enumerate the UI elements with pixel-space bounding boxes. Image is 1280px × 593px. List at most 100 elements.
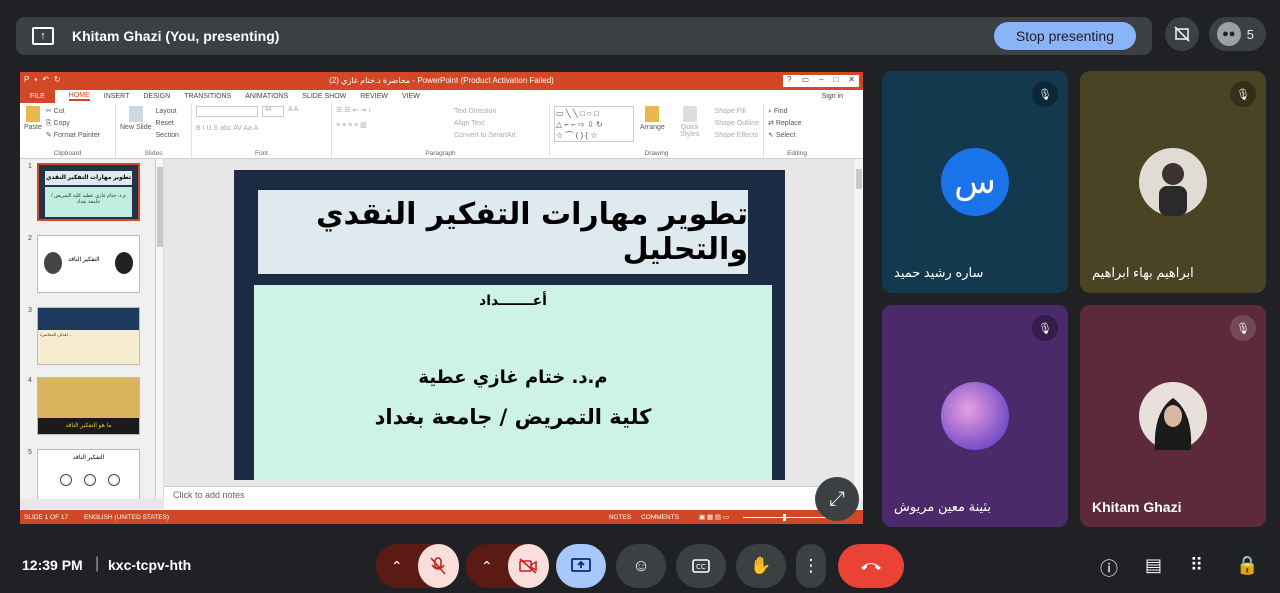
camera-off-icon[interactable] [507, 544, 549, 588]
font-format-buttons[interactable]: B I U S abc AV Aa A [196, 123, 327, 135]
tab-home[interactable]: HOME [68, 92, 90, 101]
avatar [1139, 148, 1207, 216]
font-group: 44 A A B I U S abc AV Aa A Font [192, 103, 332, 158]
chat-icon[interactable]: ▤ [1145, 555, 1162, 576]
sign-in-link[interactable]: Sign in [822, 93, 843, 100]
participant-name: Khitam Ghazi [1092, 499, 1182, 515]
help-icon[interactable]: ? [787, 75, 791, 87]
slide-thumbnail-5[interactable]: التفكير الناقد [37, 449, 140, 499]
shape-outline-button[interactable]: Shape Outline [715, 118, 759, 130]
avatar [1139, 382, 1207, 450]
host-controls-icon[interactable]: 🔒 [1236, 555, 1258, 576]
ribbon: Paste ✂ Cut ⎘ Copy ✎ Format Painter Clip… [20, 103, 863, 159]
slide-body: أعـــــــداد م.د. ختام غازي عطية كلية ال… [254, 285, 772, 480]
slides-group: New Slide Layout Reset Section Slides [116, 103, 192, 158]
slide-scrollbar[interactable] [853, 159, 863, 499]
cut-button[interactable]: ✂ Cut [46, 106, 100, 118]
comments-toggle[interactable]: COMMENTS [641, 514, 679, 521]
find-button[interactable]: ⌕ Find [768, 106, 826, 118]
expand-icon[interactable]: ⤢ [815, 477, 859, 521]
tab-transitions[interactable]: TRANSITIONS [184, 93, 231, 100]
replace-button[interactable]: ⇄ Replace [768, 118, 826, 130]
slide-title: تطوير مهارات التفكير النقدي والتحليل [258, 190, 748, 274]
slides-group-label: Slides [144, 150, 163, 157]
raise-hand-icon[interactable]: ✋ [736, 544, 786, 588]
info-icon[interactable]: ⓘ [1100, 555, 1118, 581]
hide-self-view-icon[interactable] [1164, 17, 1199, 51]
select-button[interactable]: ↖ Select [768, 130, 826, 142]
participant-tile: 🎙 ابراهيم بهاء ابراهيم [1080, 71, 1266, 293]
ribbon-tabs: FILE HOME INSERT DESIGN TRANSITIONS ANIM… [20, 90, 863, 103]
tab-review[interactable]: REVIEW [360, 93, 388, 100]
notes-pane[interactable]: Click to add notes [164, 486, 853, 509]
maximize-icon[interactable]: □ [833, 75, 838, 87]
grow-font-icon[interactable]: A A [288, 106, 299, 117]
close-icon[interactable]: ✕ [848, 75, 855, 87]
lightbulb-icon [60, 474, 72, 486]
new-slide-button[interactable]: New Slide [120, 106, 152, 142]
people-button[interactable]: ●● 5 [1208, 17, 1266, 51]
window-buttons: ? ▭ – □ ✕ [782, 75, 859, 87]
clipboard-group-label: Clipboard [53, 150, 82, 157]
prepared-by-text: أعـــــــداد [479, 293, 547, 309]
view-buttons-icon[interactable]: ▣ ▦ ▤ ▭ [699, 513, 729, 521]
shape-effects-button[interactable]: Shape Effects [715, 130, 759, 142]
slide-thumbnail-3[interactable]: اهداف المحاضرة ... [37, 307, 140, 365]
align-text-button[interactable]: Align Text [454, 118, 516, 130]
zoom-slider[interactable] [743, 513, 833, 521]
convert-smartart-button[interactable]: Convert to SmartArt [454, 130, 516, 142]
tab-view[interactable]: VIEW [402, 93, 420, 100]
arrange-button[interactable]: Arrange [640, 106, 665, 142]
tab-animations[interactable]: ANIMATIONS [245, 93, 288, 100]
quick-styles-button[interactable]: Quick Styles [671, 106, 709, 142]
paste-button[interactable]: Paste [24, 106, 42, 142]
mic-off-icon: 🎙 [1032, 315, 1058, 341]
notes-toggle[interactable]: NOTES [609, 514, 631, 521]
replace-label: Replace [775, 120, 802, 127]
tab-design[interactable]: DESIGN [143, 93, 170, 100]
text-direction-button[interactable]: Text Direction [454, 106, 516, 118]
minimize-icon[interactable]: – [819, 75, 823, 87]
restore-icon[interactable]: ▭ [801, 75, 809, 87]
thumb1-body: م.د. ختام غازي عطية كلية التمريض / جامعة… [45, 187, 132, 217]
scrollbar-thumb[interactable] [157, 167, 163, 247]
layout-button[interactable]: Layout [156, 106, 179, 118]
present-icon[interactable] [556, 544, 606, 588]
end-call-icon[interactable] [838, 544, 904, 588]
stop-presenting-button[interactable]: Stop presenting [993, 22, 1136, 50]
copy-button[interactable]: ⎘ Copy [46, 118, 100, 130]
slide-thumbnail-1[interactable]: تطوير مهارات التفكير النقدي والتحليل م.د… [37, 163, 140, 221]
paragraph-format-buttons[interactable]: ☰ ☰ ⇤ ⇥ ↕ ≡ ≡ ≡ ≡ ▥ [336, 106, 446, 142]
thumb-number: 3 [28, 307, 32, 314]
font-name-select[interactable] [196, 106, 258, 117]
more-icon[interactable]: ⋮ [796, 544, 826, 588]
ppt-title-bar: P ▪ ↶ ↻ محاضرة د.ختام غازي (2) - PowerPoint… [20, 72, 863, 90]
current-slide[interactable]: تطوير مهارات التفكير النقدي والتحليل أعـ… [234, 170, 785, 480]
tab-slide-show[interactable]: SLIDE SHOW [302, 93, 346, 100]
activities-icon[interactable]: ⠿ [1190, 555, 1203, 576]
scrollbar-thumb[interactable] [856, 169, 862, 189]
section-button[interactable]: Section [156, 130, 179, 142]
slide-thumbnail-4[interactable]: ما هو التفكير الناقد [37, 377, 140, 435]
shared-screen: P ▪ ↶ ↻ محاضرة د.ختام غازي (2) - PowerPoint… [20, 72, 863, 524]
participant-tile: 🎙 س ساره رشيد حميد [882, 71, 1068, 293]
people-icon: ●● [1216, 22, 1241, 46]
head-gears-icon [115, 252, 133, 274]
chevron-up-icon[interactable]: ⌃ [376, 544, 418, 588]
shapes-gallery[interactable]: ▭ ╲ ╲ □ ○ □ △ ⌐ ⌐ ⇨ ⇩ ↻ ☆ ⌒ ( ) { ☆ [554, 106, 634, 142]
bottom-bar: 12:39 PM | kxc-tcpv-hth ⌃ ⌃ ☺ CC ✋ ⋮ ⓘ ▤ [0, 537, 1280, 593]
shape-fill-button[interactable]: Shape Fill [715, 106, 759, 118]
tab-insert[interactable]: INSERT [104, 93, 130, 100]
mic-off-icon[interactable] [417, 544, 459, 588]
slide-thumbnail-2[interactable]: التفكير الناقد [37, 235, 140, 293]
mic-control: ⌃ [376, 544, 459, 588]
font-size-select[interactable]: 44 [262, 106, 284, 117]
tab-file[interactable]: FILE [20, 90, 55, 103]
emoji-icon[interactable]: ☺ [616, 544, 666, 588]
chevron-up-icon[interactable]: ⌃ [466, 544, 508, 588]
captions-icon[interactable]: CC [676, 544, 726, 588]
format-painter-button[interactable]: ✎ Format Painter [46, 130, 100, 142]
thumbnail-scrollbar[interactable] [156, 159, 164, 499]
reset-button[interactable]: Reset [156, 118, 179, 130]
paste-label: Paste [24, 124, 42, 131]
